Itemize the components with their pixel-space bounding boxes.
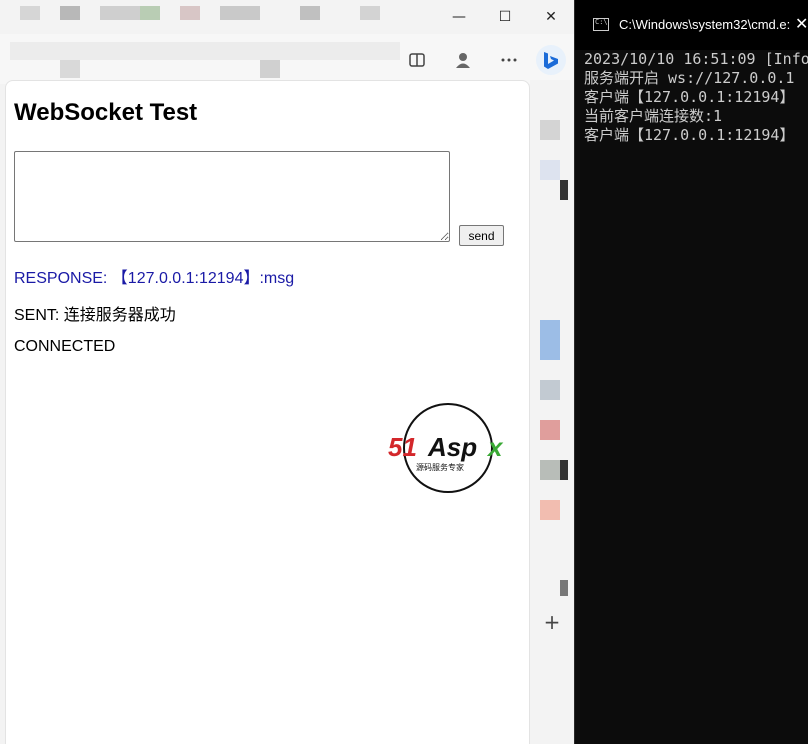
blurred-sidebar-item bbox=[560, 580, 568, 596]
cmd-line: 服务端开启 ws://127.0.0.1 bbox=[584, 69, 795, 87]
blurred-tab bbox=[100, 6, 140, 20]
cmd-window: C:\Windows\system32\cmd.e: ✕ 2023/10/10 … bbox=[574, 0, 808, 744]
blurred-sidebar-item[interactable] bbox=[540, 320, 560, 360]
svg-text:源码服务专家: 源码服务专家 bbox=[416, 462, 464, 472]
split-screen-icon[interactable] bbox=[401, 44, 433, 76]
browser-sidebar: + bbox=[530, 80, 574, 744]
page-content: WebSocket Test send RESPONSE: 【127.0.0.1… bbox=[5, 80, 530, 744]
svg-text:Asp: Asp bbox=[427, 432, 477, 462]
browser-titlebar: — ☐ ✕ bbox=[0, 0, 574, 34]
more-icon[interactable] bbox=[493, 44, 525, 76]
page-title: WebSocket Test bbox=[14, 99, 198, 126]
profile-icon[interactable] bbox=[447, 44, 479, 76]
51aspx-watermark-logo: 51 Asp x 源码服务专家 bbox=[388, 403, 504, 493]
blurred-sidebar-item bbox=[560, 180, 568, 200]
blurred-sidebar-item[interactable] bbox=[540, 500, 560, 520]
bing-icon[interactable] bbox=[533, 42, 569, 78]
blurred-address-bar[interactable] bbox=[10, 42, 400, 60]
svg-text:x: x bbox=[486, 432, 504, 462]
blurred-address-bar bbox=[260, 60, 280, 78]
add-sidebar-item-button[interactable]: + bbox=[540, 610, 564, 634]
cmd-line: 当前客户端连接数:1 bbox=[584, 107, 723, 125]
blurred-address-bar bbox=[60, 60, 80, 78]
blurred-tab bbox=[360, 6, 380, 20]
blurred-tab bbox=[20, 6, 40, 20]
maximize-button[interactable]: ☐ bbox=[482, 0, 528, 34]
browser-toolbar bbox=[0, 34, 574, 84]
browser-window: — ☐ ✕ WebSocket Test send RESPONSE: 【127… bbox=[0, 0, 574, 744]
blurred-tab bbox=[140, 6, 160, 20]
sent-line: SENT: 连接服务器成功 bbox=[14, 307, 176, 324]
cmd-line: 客户端【127.0.0.1:12194】 bbox=[584, 88, 795, 106]
blurred-sidebar-item[interactable] bbox=[540, 460, 560, 480]
cmd-output: 2023/10/10 16:51:09 [Info 服务端开启 ws://127… bbox=[584, 50, 808, 145]
cmd-line: 2023/10/10 16:51:09 [Info bbox=[584, 50, 808, 68]
svg-text:51: 51 bbox=[388, 432, 417, 462]
blurred-sidebar-item[interactable] bbox=[540, 380, 560, 400]
blurred-tab bbox=[220, 6, 260, 20]
minimize-button[interactable]: — bbox=[436, 0, 482, 34]
blurred-sidebar-item[interactable] bbox=[540, 420, 560, 440]
connected-status: CONNECTED bbox=[14, 338, 116, 355]
cmd-line: 客户端【127.0.0.1:12194】 bbox=[584, 126, 795, 144]
blurred-sidebar-item bbox=[560, 460, 568, 480]
close-button[interactable]: ✕ bbox=[528, 0, 574, 34]
blurred-tab bbox=[180, 6, 200, 20]
blurred-sidebar-item[interactable] bbox=[540, 160, 560, 180]
response-line: RESPONSE: 【127.0.0.1:12194】:msg bbox=[14, 270, 295, 287]
message-input[interactable] bbox=[14, 151, 450, 242]
blurred-sidebar-item[interactable] bbox=[540, 120, 560, 140]
cmd-close-button[interactable]: ✕ bbox=[795, 14, 808, 33]
send-button[interactable]: send bbox=[459, 225, 504, 246]
blurred-tab bbox=[60, 6, 80, 20]
cmd-title: C:\Windows\system32\cmd.e: bbox=[619, 17, 791, 32]
cmd-titlebar: C:\Windows\system32\cmd.e: ✕ bbox=[575, 0, 808, 50]
blurred-tab bbox=[300, 6, 320, 20]
cmd-icon bbox=[593, 18, 609, 31]
